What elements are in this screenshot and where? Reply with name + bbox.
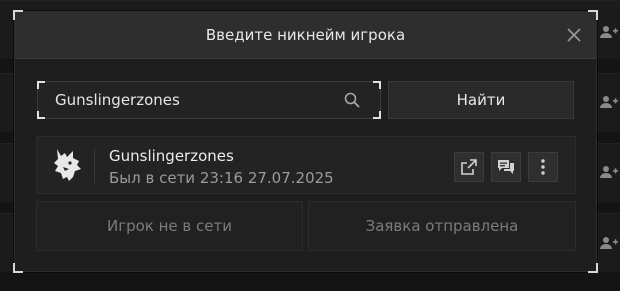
player-offline-button: Игрок не в сети	[36, 201, 303, 251]
divider	[94, 149, 95, 183]
focus-corner	[373, 81, 381, 89]
modal-title: Введите никнейм игрока	[205, 26, 406, 44]
player-last-seen: Был в сети 23:16 27.07.2025	[109, 169, 334, 187]
focus-corner	[373, 111, 381, 119]
add-user-icon[interactable]	[600, 22, 620, 42]
message-button[interactable]	[491, 152, 521, 182]
add-user-icon[interactable]	[600, 92, 620, 112]
close-button[interactable]	[564, 25, 584, 45]
open-profile-button[interactable]	[454, 152, 484, 182]
chat-icon	[498, 160, 514, 174]
player-result: Gunslingerzones Был в сети 23:16 27.07.2…	[36, 136, 576, 194]
add-friend-modal: Введите никнейм игрока Найти Gunslingerz…	[13, 10, 598, 273]
more-vertical-icon	[541, 159, 545, 175]
search-field[interactable]	[37, 81, 381, 119]
close-icon	[567, 28, 581, 42]
search-icon[interactable]	[344, 92, 360, 108]
wolf-logo-icon	[54, 149, 81, 181]
request-sent-button: Заявка отправлена	[308, 201, 576, 251]
corner-bracket	[588, 263, 598, 273]
more-options-button[interactable]	[528, 152, 558, 182]
modal-header: Введите никнейм игрока	[15, 12, 596, 59]
search-input[interactable]	[55, 82, 335, 118]
find-button[interactable]: Найти	[388, 81, 574, 119]
add-user-icon[interactable]	[600, 162, 620, 182]
focus-corner	[37, 111, 45, 119]
player-name: Gunslingerzones	[109, 147, 234, 165]
external-link-icon	[461, 159, 477, 175]
add-user-icon[interactable]	[600, 233, 620, 253]
focus-corner	[37, 81, 45, 89]
corner-bracket	[13, 263, 23, 273]
